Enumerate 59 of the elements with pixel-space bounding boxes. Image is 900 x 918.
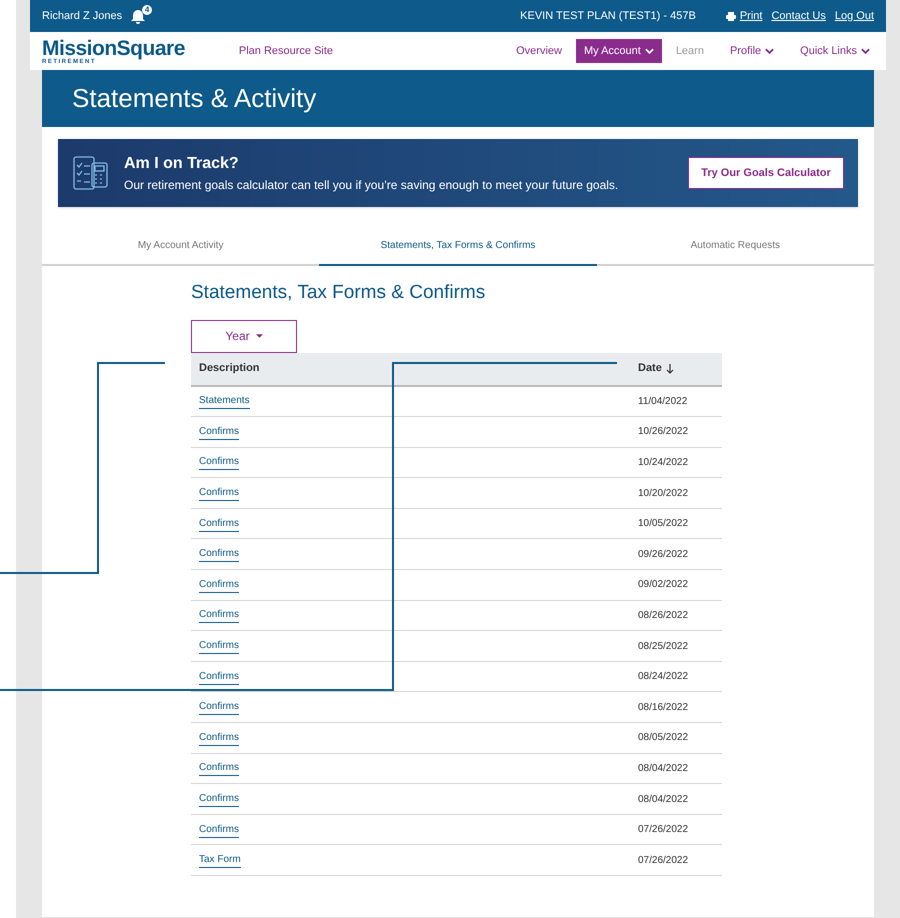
notification-count: 4	[142, 5, 152, 15]
tab[interactable]: Statements, Tax Forms & Confirms	[319, 227, 597, 266]
date-cell-text: 10/20/2022	[638, 486, 690, 501]
user-name: Richard Z Jones	[42, 8, 122, 24]
date-cell-text: 09/26/2022	[638, 548, 690, 562]
banner-text: Our retirement goals calculator can tell you if you’re saving enough to meet your future goals.	[124, 177, 618, 194]
nav-item[interactable]: Overview	[504, 39, 574, 63]
header-link[interactable]: Print	[740, 8, 762, 24]
goals-calculator-button[interactable]: Try Our Goals Calculator	[688, 157, 844, 189]
document-link[interactable]: Confirms	[199, 576, 240, 593]
date-cell-text: 09/02/2022	[638, 578, 690, 592]
document-link[interactable]: Confirms	[199, 454, 240, 470]
document-link[interactable]: Confirms	[199, 424, 240, 440]
calculator-checklist-icon	[72, 154, 110, 192]
document-link[interactable]: Confirms	[199, 485, 240, 502]
date-cell-text: 08/26/2022	[638, 608, 690, 623]
document-link[interactable]: Confirms	[199, 791, 240, 808]
document-link[interactable]: Confirms	[199, 607, 240, 624]
logo[interactable]: MissionSquare	[42, 38, 185, 58]
tab[interactable]: My Account Activity	[42, 227, 320, 264]
column-header: Description	[199, 361, 260, 376]
date-cell-text: 07/26/2022	[638, 823, 690, 838]
document-link[interactable]: Statements	[199, 393, 250, 410]
date-cell-text: 11/04/2022	[638, 394, 688, 409]
sort-down-icon	[666, 364, 674, 374]
tab[interactable]: Automatic Requests	[596, 227, 874, 264]
date-cell-text: 08/24/2022	[638, 670, 690, 684]
document-link[interactable]: Confirms	[199, 668, 240, 685]
caret-icon	[256, 334, 263, 338]
banner-title: Am I on Track?	[124, 154, 240, 174]
document-link[interactable]: Confirms	[199, 760, 240, 776]
section-title: Statements, Tax Forms & Confirms	[191, 281, 486, 305]
document-link[interactable]: Confirms	[199, 699, 240, 716]
document-link[interactable]: Confirms	[199, 730, 240, 746]
document-link[interactable]: Confirms	[199, 546, 240, 562]
plan-resource-link[interactable]: Plan Resource Site	[238, 42, 334, 60]
date-column-header[interactable]: Date	[638, 360, 722, 377]
date-cell-text: 08/04/2022	[638, 792, 690, 807]
page-title: Statements & Activity	[72, 82, 316, 115]
year-dropdown[interactable]: Year	[191, 320, 297, 352]
date-cell-text: 08/04/2022	[638, 762, 690, 776]
document-link[interactable]: Tax Form	[199, 852, 241, 868]
date-cell-text: 08/25/2022	[638, 640, 690, 654]
nav-item[interactable]: My Account	[576, 39, 662, 63]
printer-icon[interactable]	[726, 12, 736, 20]
header-link[interactable]: Log Out	[834, 8, 874, 24]
date-cell-text: 08/16/2022	[638, 700, 690, 715]
document-link[interactable]: Confirms	[199, 822, 240, 838]
date-cell-text: 10/26/2022	[638, 425, 690, 440]
document-link[interactable]: Confirms	[199, 638, 240, 654]
header-link[interactable]: Contact Us	[771, 8, 826, 24]
nav-item[interactable]: Quick Links	[788, 39, 882, 63]
date-cell-text: 07/26/2022	[638, 854, 690, 868]
date-cell-text: 10/05/2022	[638, 517, 690, 532]
date-cell-text: 10/24/2022	[638, 456, 690, 470]
plan-name: KEVIN TEST PLAN (TEST1) - 457B	[520, 8, 696, 24]
document-link[interactable]: Confirms	[199, 516, 240, 532]
date-cell-text: 08/05/2022	[638, 731, 690, 746]
nav-item[interactable]: Profile	[718, 39, 786, 63]
